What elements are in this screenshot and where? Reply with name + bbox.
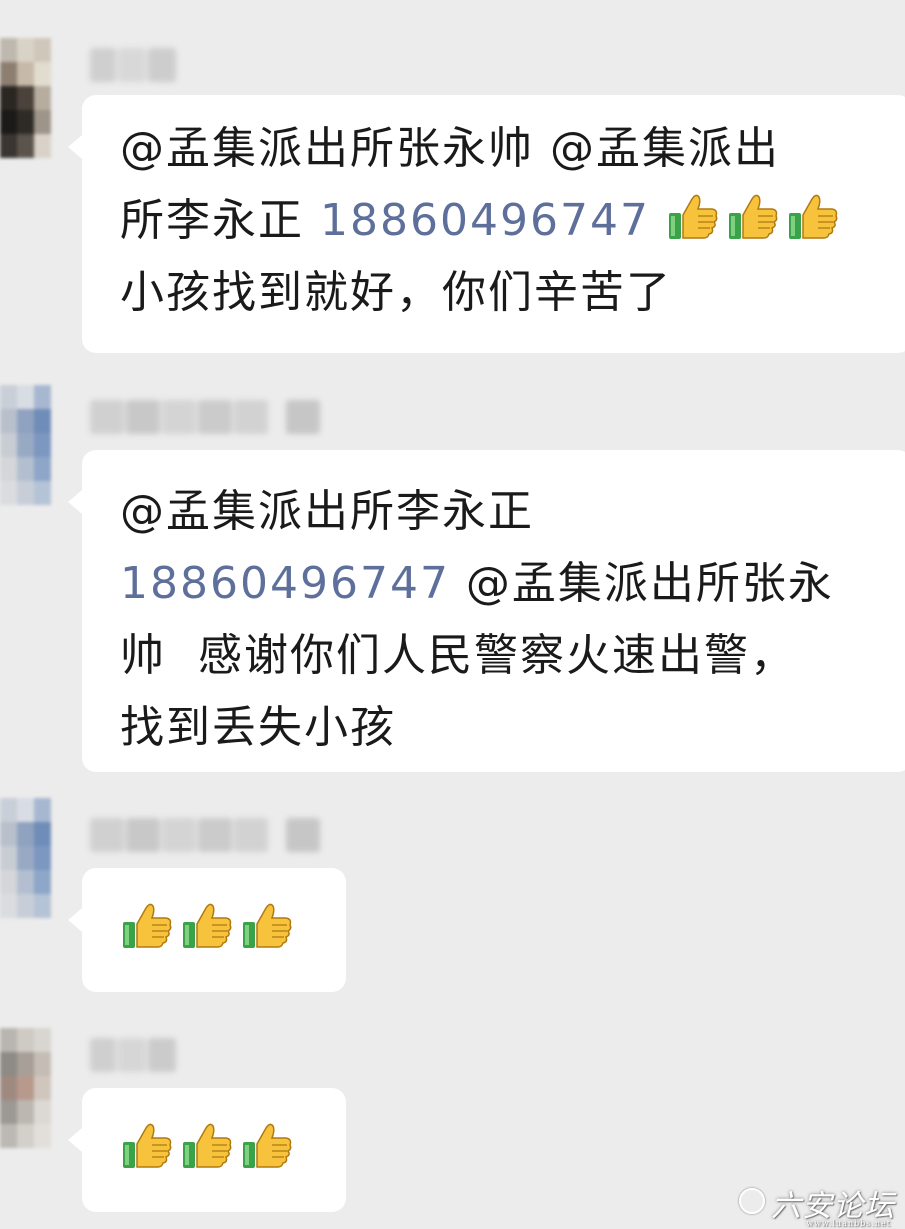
- avatar[interactable]: [0, 798, 52, 938]
- thumbs-up-icon: [788, 194, 838, 239]
- message-text: @孟集派出所张永帅 @孟集派出: [120, 123, 780, 174]
- message-text: 帅 感谢你们人民警察火速出警，: [120, 630, 796, 681]
- message-text: 所李永正: [120, 195, 320, 246]
- thumbs-up-group: [120, 903, 300, 955]
- avatar[interactable]: [0, 38, 52, 168]
- message-line: [120, 894, 346, 966]
- message-line: @孟集派出所张永帅 @孟集派出: [120, 113, 905, 185]
- avatar[interactable]: [0, 385, 52, 525]
- forum-watermark: 六安论坛 www.luanbbs.net: [739, 1181, 895, 1228]
- phone-number-link[interactable]: 18860496747: [120, 558, 450, 609]
- sender-name-blurred[interactable]: [90, 1038, 178, 1072]
- watermark-url: www.luanbbs.net: [806, 1219, 891, 1228]
- watermark-logo-icon: [739, 1188, 765, 1214]
- phone-number-link[interactable]: 18860496747: [320, 195, 650, 246]
- message-line: 帅 感谢你们人民警察火速出警，: [120, 620, 905, 692]
- message-line: 18860496747 @孟集派出所张永: [120, 548, 905, 620]
- message-text: @孟集派出所张永: [449, 558, 834, 609]
- sender-name-blurred[interactable]: [90, 48, 180, 82]
- message-text: [650, 195, 666, 246]
- message-bubble[interactable]: @孟集派出所李永正 18860496747 @孟集派出所张永 帅 感谢你们人民警…: [68, 450, 905, 772]
- thumbs-up-icon: [668, 194, 718, 239]
- message-text: @孟集派出所李永正: [120, 486, 534, 537]
- thumbs-up-icon: [243, 1123, 292, 1168]
- sender-name-blurred[interactable]: [90, 818, 322, 852]
- message-line: 所李永正 18860496747: [120, 185, 905, 257]
- message-text: 小孩找到就好，你们辛苦了: [120, 267, 672, 318]
- message-line: [120, 1114, 346, 1186]
- message-bubble[interactable]: @孟集派出所张永帅 @孟集派出 所李永正 18860496747 小孩找到就好，…: [68, 95, 905, 353]
- thumbs-up-icon: [243, 903, 292, 948]
- thumbs-up-icon: [183, 1123, 232, 1168]
- avatar[interactable]: [0, 1028, 52, 1158]
- thumbs-up-icon: [728, 194, 778, 239]
- thumbs-up-icon: [123, 1123, 172, 1168]
- thumbs-up-icon: [123, 903, 172, 948]
- message-line: @孟集派出所李永正: [120, 476, 905, 548]
- message-bubble[interactable]: [68, 868, 346, 992]
- message-text: 找到丢失小孩: [120, 702, 396, 753]
- thumbs-up-group: [666, 194, 846, 246]
- message-bubble[interactable]: [68, 1088, 346, 1212]
- thumbs-up-icon: [183, 903, 232, 948]
- sender-name-blurred[interactable]: [90, 400, 322, 434]
- message-line: 小孩找到就好，你们辛苦了: [120, 257, 905, 329]
- thumbs-up-group: [120, 1123, 300, 1175]
- message-line: 找到丢失小孩: [120, 692, 905, 764]
